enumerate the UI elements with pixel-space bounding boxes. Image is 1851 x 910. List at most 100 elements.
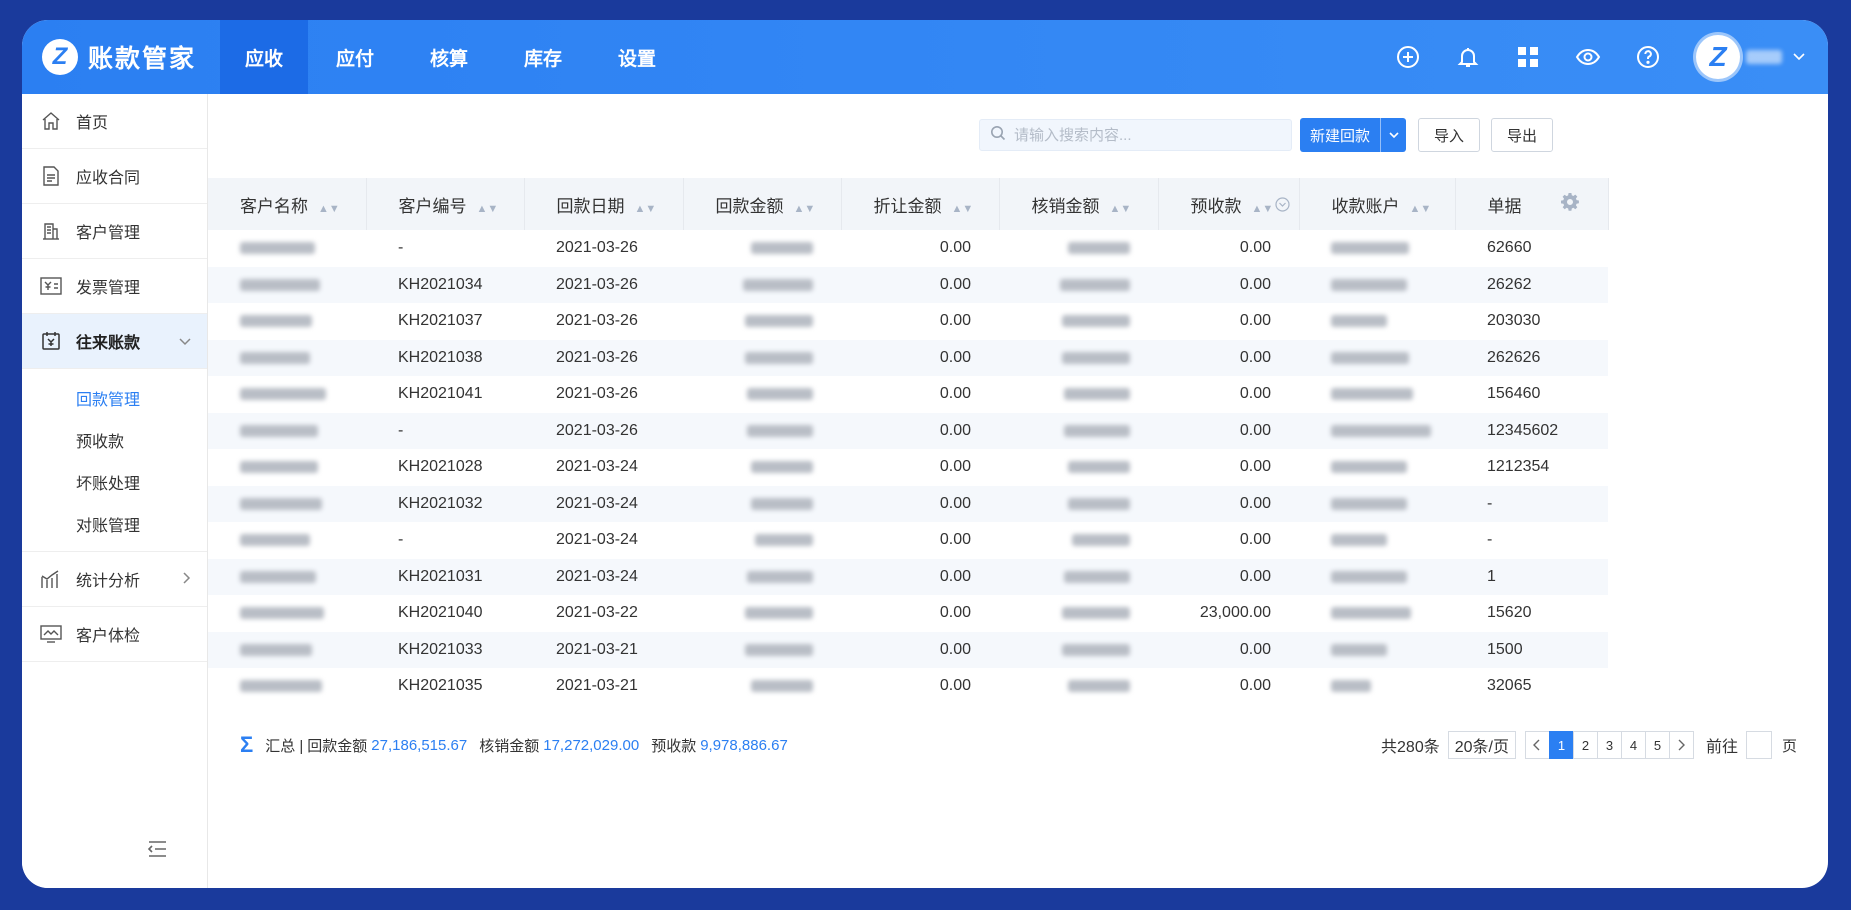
sidebar-item-label: 客户管理	[76, 225, 141, 242]
help-icon[interactable]	[1635, 44, 1661, 70]
table-row[interactable]: KH2021038 2021-03-26 0.00 0.00 262626	[208, 339, 1608, 376]
import-button[interactable]: 导入	[1418, 118, 1480, 152]
sort-icon[interactable]: ▲▼	[1252, 203, 1274, 215]
sort-icon[interactable]: ▲▼	[318, 203, 340, 215]
sort-icon[interactable]: ▲▼	[952, 203, 974, 215]
table-cell: 0.00	[1158, 631, 1299, 668]
table-cell	[208, 558, 366, 595]
table-row[interactable]: - 2021-03-24 0.00 0.00 -	[208, 522, 1608, 559]
filter-icon[interactable]	[1275, 196, 1290, 216]
new-payment-label[interactable]: 新建回款	[1300, 118, 1380, 152]
sidebar-item-health-check[interactable]: 客户体检	[22, 607, 207, 662]
eye-icon[interactable]	[1575, 44, 1601, 70]
table-cell	[208, 339, 366, 376]
sort-icon[interactable]: ▲▼	[794, 203, 816, 215]
summary-title: 汇总 |	[265, 737, 304, 755]
table-cell: KH2021031	[366, 558, 524, 595]
redacted-value	[1331, 607, 1411, 620]
nav-tab-settings[interactable]: 设置	[590, 20, 684, 94]
table-row[interactable]: KH2021034 2021-03-26 0.00 0.00 26262	[208, 266, 1608, 303]
page-button-1[interactable]: 1	[1548, 731, 1574, 759]
nav-tab-payable[interactable]: 应付	[308, 20, 402, 94]
sidebar-item-accounts[interactable]: 往来账款	[22, 314, 207, 369]
chevron-up-icon[interactable]	[179, 333, 191, 349]
goto-page-input[interactable]	[1745, 731, 1772, 759]
page-size-select[interactable]: 20条/页	[1447, 731, 1516, 759]
table-cell	[208, 485, 366, 522]
table-row[interactable]: KH2021031 2021-03-24 0.00 0.00 1	[208, 558, 1608, 595]
table-cell	[683, 412, 841, 449]
col-header-payment-amount[interactable]: 回款金额 ▲▼	[683, 178, 842, 230]
sidebar-item-customers[interactable]: 客户管理	[22, 204, 207, 259]
col-header-prepayment[interactable]: 预收款 ▲▼	[1158, 178, 1300, 230]
page-button-3[interactable]: 3	[1596, 731, 1622, 759]
sidebar-item-analytics[interactable]: 统计分析	[22, 552, 207, 607]
brand[interactable]: Z 账款管家	[22, 20, 222, 94]
table-row[interactable]: KH2021041 2021-03-26 0.00 0.00 156460	[208, 376, 1608, 413]
sidebar-subitem-payments[interactable]: 回款管理	[22, 377, 207, 419]
brand-name: 账款管家	[88, 45, 197, 73]
page-button-4[interactable]: 4	[1620, 731, 1646, 759]
table-row[interactable]: KH2021035 2021-03-21 0.00 0.00 32065	[208, 668, 1608, 702]
sidebar-item-invoices[interactable]: 发票管理	[22, 259, 207, 314]
next-page-button[interactable]	[1668, 731, 1694, 759]
apps-grid-icon[interactable]	[1515, 44, 1541, 70]
table-cell	[999, 303, 1158, 340]
new-payment-button[interactable]: 新建回款	[1300, 118, 1407, 152]
sidebar-item-contracts[interactable]: 应收合同	[22, 149, 207, 204]
chevron-right-icon[interactable]	[183, 571, 191, 587]
prev-page-button[interactable]	[1524, 731, 1550, 759]
col-header-customer-code[interactable]: 客户编号 ▲▼	[366, 178, 525, 230]
avatar[interactable]: Z	[1696, 35, 1740, 79]
sidebar-subitem-bad-debt[interactable]: 坏账处理	[22, 461, 207, 503]
table-cell	[1299, 412, 1455, 449]
export-button[interactable]: 导出	[1491, 118, 1553, 152]
sidebar-collapse-icon[interactable]	[146, 839, 168, 864]
table-row[interactable]: KH2021028 2021-03-24 0.00 0.00 1212354	[208, 449, 1608, 486]
summary-received-value: 27,186,515.67	[371, 736, 468, 754]
sidebar-item-home[interactable]: 首页	[22, 94, 207, 149]
table-cell: 0.00	[939, 677, 971, 695]
table-row[interactable]: KH2021032 2021-03-24 0.00 0.00 -	[208, 485, 1608, 522]
redacted-value	[1331, 570, 1407, 583]
sort-icon[interactable]: ▲▼	[477, 203, 499, 215]
summary-prepaid-label: 预收款	[651, 737, 697, 755]
nav-tab-receivable[interactable]: 应收	[220, 20, 308, 94]
chevron-down-icon[interactable]	[1792, 49, 1806, 65]
sort-icon[interactable]: ▲▼	[1410, 203, 1432, 215]
sort-icon[interactable]: ▲▼	[1110, 203, 1132, 215]
table-row[interactable]: -2021-03-26 0.00 0.00 12345602	[208, 412, 1608, 449]
table-cell	[683, 522, 841, 559]
search-icon	[990, 125, 1006, 146]
add-circle-icon[interactable]	[1395, 44, 1421, 70]
sidebar-subitem-reconciliation[interactable]: 对账管理	[22, 503, 207, 545]
chart-icon	[40, 568, 62, 590]
col-header-customer-name[interactable]: 客户名称 ▲▼	[208, 178, 367, 230]
column-settings-button[interactable]	[1550, 178, 1590, 230]
col-header-payment-date[interactable]: 回款日期 ▲▼	[524, 178, 684, 230]
chevron-down-icon[interactable]	[1380, 118, 1406, 152]
table-row[interactable]: KH2021040 2021-03-22 0.00 23,000.00 15620	[208, 595, 1608, 632]
sidebar-item-label: 往来账款	[76, 335, 141, 352]
redacted-value	[745, 607, 813, 620]
table-row[interactable]: KH2021033 2021-03-21 0.00 0.00 1500	[208, 631, 1608, 668]
col-header-writeoff-amount[interactable]: 核销金额 ▲▼	[999, 178, 1159, 230]
nav-tab-inventory[interactable]: 库存	[496, 20, 590, 94]
col-header-receiving-account[interactable]: 收款账户 ▲▼	[1299, 178, 1456, 230]
table-row[interactable]: - 2021-03-26 0.00 0.00 62660	[208, 230, 1608, 267]
col-header-discount-amount[interactable]: 折让金额 ▲▼	[841, 178, 1000, 230]
user-name[interactable]	[1746, 50, 1782, 64]
nav-tab-accounting[interactable]: 核算	[402, 20, 496, 94]
redacted-value	[240, 461, 318, 474]
sidebar-subitem-prepayments[interactable]: 预收款	[22, 419, 207, 461]
sidebar-item-label: 首页	[76, 115, 109, 132]
bell-icon[interactable]	[1455, 44, 1481, 70]
redacted-value	[743, 278, 813, 291]
sort-icon[interactable]: ▲▼	[635, 203, 657, 215]
search-input[interactable]	[1014, 126, 1284, 144]
table-cell	[1299, 339, 1455, 376]
page-button-5[interactable]: 5	[1644, 731, 1670, 759]
search-box[interactable]	[979, 119, 1292, 151]
table-row[interactable]: KH2021037 2021-03-26 0.00 0.00 203030	[208, 303, 1608, 340]
page-button-2[interactable]: 2	[1572, 731, 1598, 759]
